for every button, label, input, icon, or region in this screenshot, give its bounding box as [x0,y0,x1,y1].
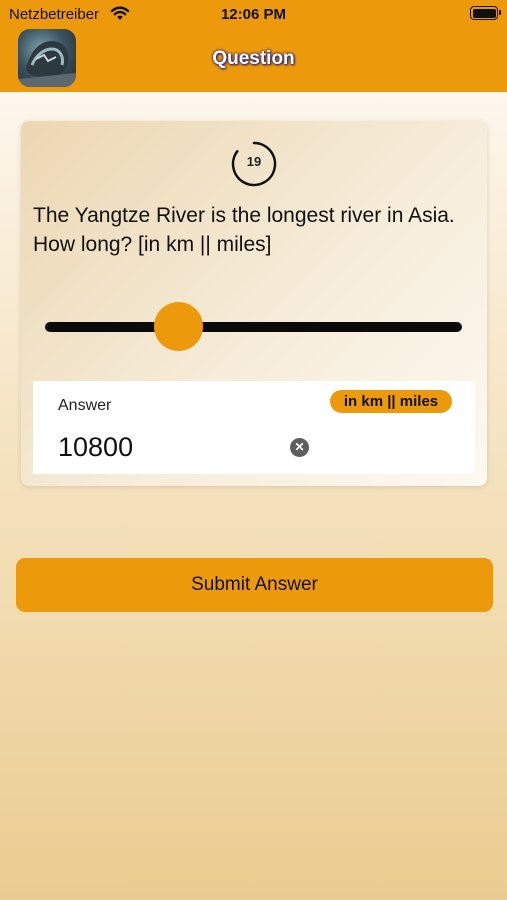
submit-answer-button[interactable]: Submit Answer [16,558,493,612]
answer-slider-thumb[interactable] [153,302,203,351]
question-card: 19 The Yangtze River is the longest rive… [21,121,487,486]
page-title: Question [212,48,295,69]
question-text: The Yangtze River is the longest river i… [33,204,455,256]
timer-value: 19 [246,154,262,169]
navigation-bar: Netzbetreiber 12:06 PM Question [0,0,507,92]
clear-icon[interactable]: ✕ [290,438,309,457]
countdown-timer: 19 [230,140,278,188]
answer-input[interactable] [58,432,298,463]
answer-slider-track[interactable] [45,322,462,332]
answer-field-container: Answer in km || miles ✕ [33,381,475,474]
clock: 12:06 PM [220,6,287,23]
answer-label: Answer [58,397,112,414]
unit-badge: in km || miles [330,390,452,413]
status-bar: Netzbetreiber 12:06 PM [0,0,507,28]
battery-icon [470,6,501,20]
